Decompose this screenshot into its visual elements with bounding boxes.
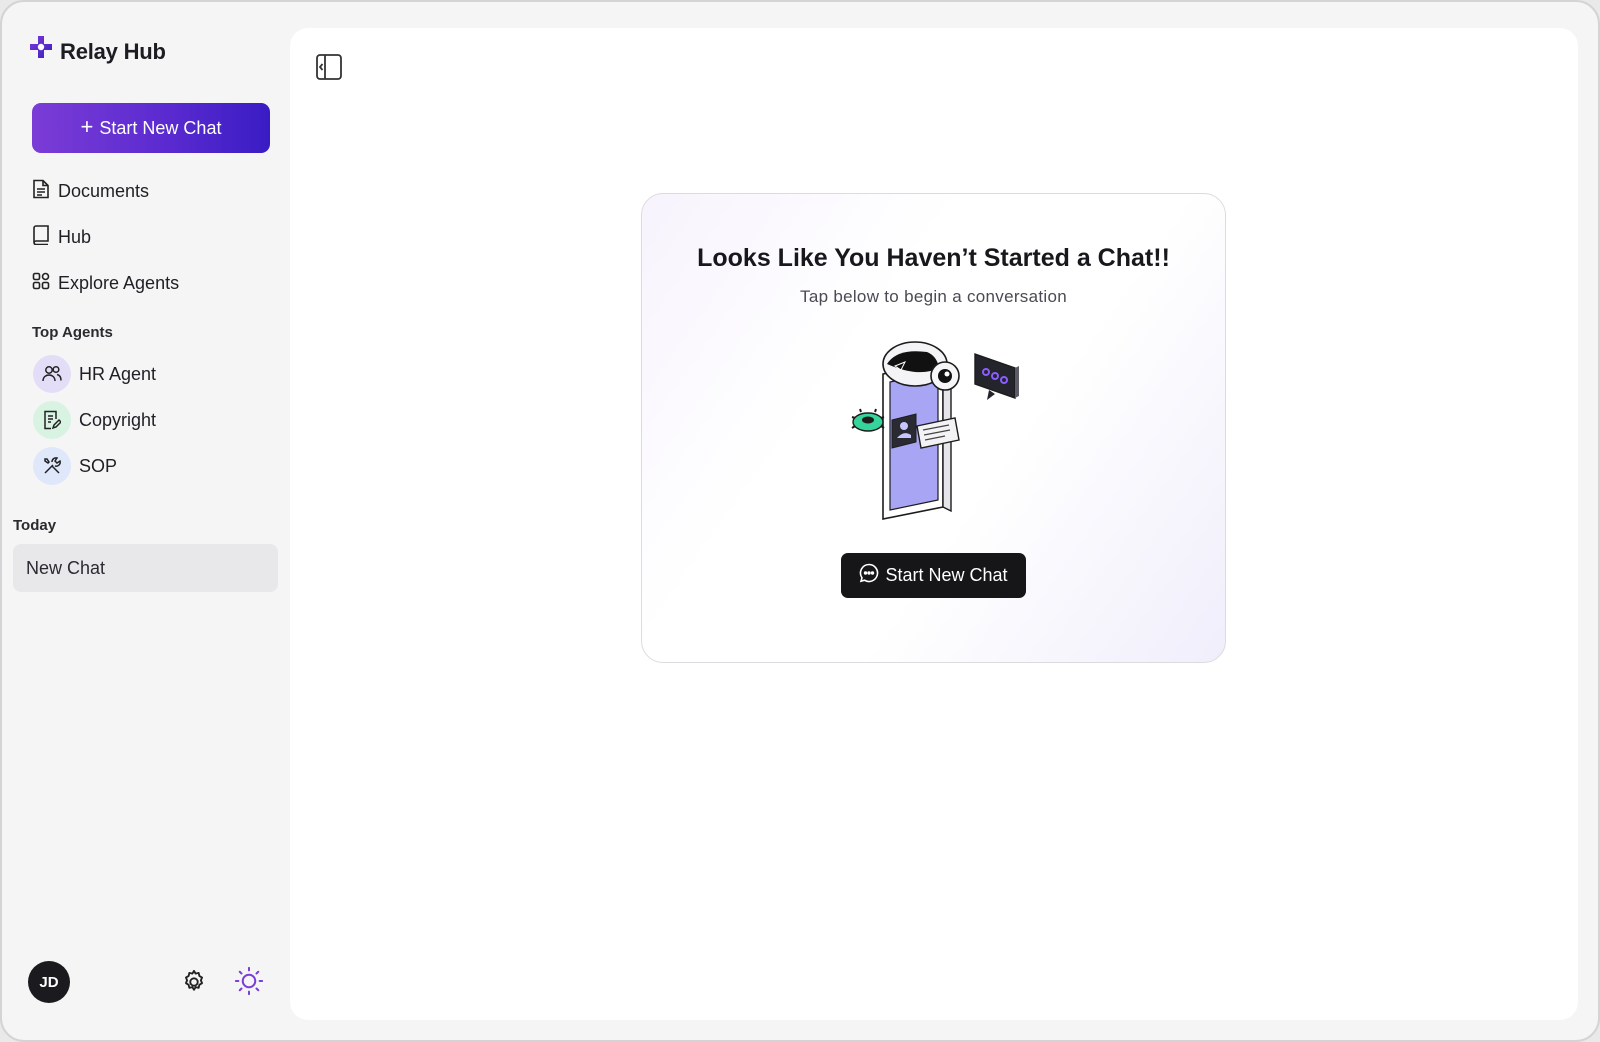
agent-item-copyright[interactable]: Copyright: [33, 401, 156, 439]
brand[interactable]: Relay Hub: [26, 34, 166, 69]
document-edit-icon: [33, 401, 71, 439]
grid-icon: [32, 272, 50, 295]
history-item[interactable]: New Chat: [13, 544, 278, 592]
nav-item-label: Explore Agents: [58, 272, 180, 293]
agent-item-sop[interactable]: SOP: [33, 447, 117, 485]
agent-item-hr-agent[interactable]: HR Agent: [33, 355, 156, 393]
agent-item-label: Copyright: [79, 409, 157, 430]
user-initials: JD: [39, 973, 59, 991]
empty-state-button-label: Start New Chat: [885, 565, 1008, 585]
book-icon: [32, 224, 50, 250]
empty-state-subtitle: Tap below to begin a conversation: [800, 287, 1067, 306]
brand-name: Relay Hub: [60, 38, 166, 64]
nav-item-explore-agents[interactable]: Explore Agents: [32, 268, 179, 298]
user-avatar[interactable]: JD: [28, 961, 70, 1003]
history-item-label: New Chat: [26, 557, 106, 578]
sidebar: Relay Hub + Start New Chat Documents Hub…: [2, 2, 288, 1040]
sidebar-toggle-icon[interactable]: [315, 53, 343, 81]
tools-icon: [33, 447, 71, 485]
main-area: Looks Like You Haven’t Started a Chat!! …: [290, 28, 1578, 1020]
gear-icon[interactable]: [178, 966, 210, 998]
nav-item-documents[interactable]: Documents: [32, 176, 149, 206]
agent-item-label: HR Agent: [79, 363, 157, 384]
relay-cross-logo-icon: [26, 34, 56, 69]
empty-state-title: Looks Like You Haven’t Started a Chat!!: [697, 244, 1170, 272]
plus-icon: +: [80, 114, 94, 139]
chat-robot-illustration: [847, 334, 1022, 529]
nav-item-label: Hub: [58, 226, 92, 247]
sun-icon[interactable]: [233, 965, 265, 997]
nav-item-label: Documents: [58, 180, 150, 201]
start-new-chat-label: Start New Chat: [99, 117, 222, 138]
history-heading-today: Today: [13, 517, 57, 534]
top-agents-heading: Top Agents: [32, 324, 113, 341]
document-icon: [32, 179, 50, 204]
users-icon: [33, 355, 71, 393]
app-window: Relay Hub + Start New Chat Documents Hub…: [0, 0, 1600, 1042]
empty-state-card: Looks Like You Haven’t Started a Chat!! …: [641, 193, 1226, 663]
agent-item-label: SOP: [79, 455, 118, 476]
start-new-chat-button[interactable]: + Start New Chat: [32, 103, 270, 153]
nav-item-hub[interactable]: Hub: [32, 222, 91, 252]
empty-state-start-chat-button[interactable]: Start New Chat: [841, 553, 1026, 598]
chat-bubble-icon: [859, 563, 879, 588]
